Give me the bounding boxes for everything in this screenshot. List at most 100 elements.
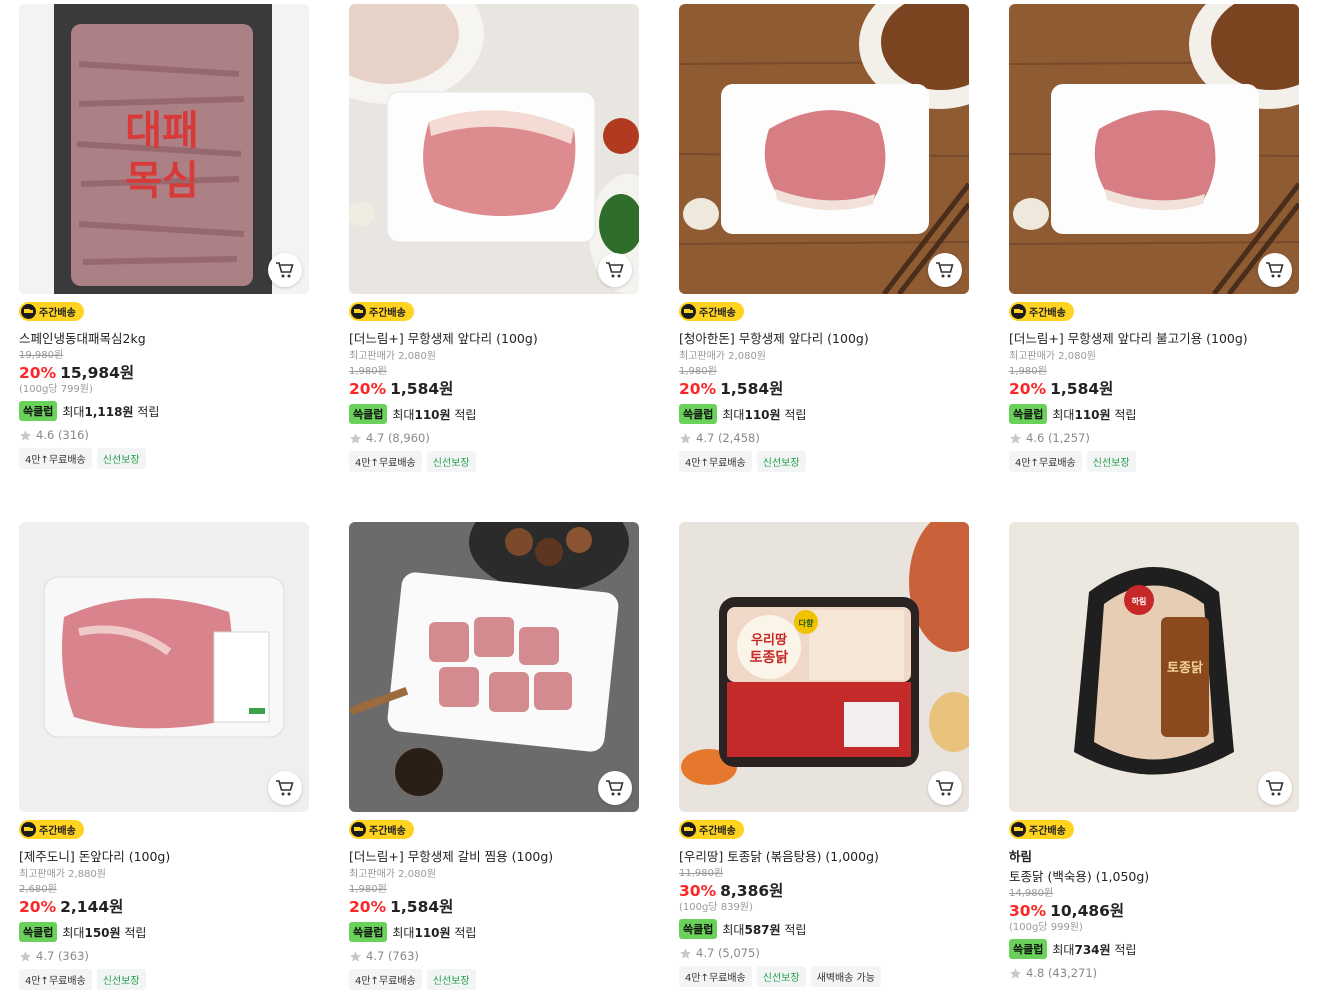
truck-icon — [681, 822, 696, 837]
truck-icon — [351, 822, 366, 837]
product-card[interactable]: 토종닭 하림 주간배송 하림 토종닭 (백숙용) (1,050g) 14,980… — [1009, 522, 1299, 980]
reward-suffix: 적립 — [1114, 407, 1137, 422]
add-to-cart-button[interactable] — [598, 771, 632, 805]
product-card[interactable]: 주간배송 [더느림+] 무항생제 앞다리 (100g) 최고판매가 2,080원… — [349, 4, 639, 472]
reward-tag: 쓱클럽 — [349, 404, 388, 424]
sale-price: 20% 1,584원 — [1009, 379, 1299, 399]
product-name[interactable]: 토종닭 (백숙용) (1,050g) — [1009, 869, 1299, 885]
product-name[interactable]: [우리땅] 토종닭 (볶음탕용) (1,000g) — [679, 849, 969, 865]
reward-prefix: 최대 — [62, 925, 85, 940]
free-shipping-chip: 4만↑무료배송 — [19, 969, 92, 990]
rating: 4.7 (2,458) — [679, 431, 969, 445]
product-photo — [349, 4, 639, 294]
badge-label: 주간배송 — [1029, 826, 1066, 837]
max-price: 최고판매가 2,080원 — [1009, 351, 1097, 362]
product-name[interactable]: [제주도니] 돈앞다리 (100g) — [19, 849, 309, 865]
product-card[interactable]: 대패 목심 주간배송 스페인냉동대패목심2kg 19,980원 20% 15,98… — [19, 4, 309, 469]
product-image[interactable]: 토종닭 하림 — [1009, 522, 1299, 812]
reward-info: 쓱클럽 최대 110원 적립 — [679, 404, 969, 424]
badge-label: 주간배송 — [1029, 308, 1066, 319]
reward-suffix: 적립 — [137, 404, 160, 419]
product-image[interactable]: 대패 목심 — [19, 4, 309, 294]
reward-tag: 쓱클럽 — [679, 919, 718, 939]
unit-price: (100g당 799원) — [19, 384, 93, 395]
add-to-cart-button[interactable] — [268, 771, 302, 805]
star-icon — [20, 429, 31, 441]
badge-label: 주간배송 — [369, 308, 406, 319]
reward-prefix: 최대 — [722, 922, 745, 937]
cart-icon — [606, 780, 624, 796]
reward-tag: 쓱클럽 — [679, 404, 718, 424]
product-card[interactable]: 주간배송 [더느림+] 무항생제 앞다리 불고기용 (100g) 최고판매가 2… — [1009, 4, 1299, 472]
product-image[interactable]: 우리땅 토종닭 다향 — [679, 522, 969, 812]
product-image[interactable] — [19, 522, 309, 812]
reward-info: 쓱클럽 최대 734원 적립 — [1009, 939, 1299, 959]
fresh-guarantee-chip: 신선보장 — [756, 966, 806, 987]
sale-price: 30% 8,386원 — [679, 881, 969, 901]
add-to-cart-button[interactable] — [268, 253, 302, 287]
star-icon — [350, 950, 361, 962]
fresh-guarantee-chip: 신선보장 — [426, 451, 476, 472]
product-name[interactable]: [더느림+] 무항생제 앞다리 불고기용 (100g) — [1009, 331, 1299, 347]
reward-prefix: 최대 — [62, 404, 85, 419]
weekly-delivery-badge: 주간배송 — [349, 302, 414, 321]
reward-amount: 734원 — [1074, 942, 1111, 957]
product-name[interactable]: [더느림+] 무항생제 앞다리 (100g) — [349, 331, 639, 347]
rating-value: 4.6 (1,257) — [1026, 431, 1090, 445]
product-photo — [679, 4, 969, 294]
fresh-guarantee-chip: 신선보장 — [1086, 451, 1136, 472]
add-to-cart-button[interactable] — [1258, 253, 1292, 287]
free-shipping-chip: 4만↑무료배송 — [679, 966, 752, 987]
product-image[interactable] — [1009, 4, 1299, 294]
reward-tag: 쓱클럽 — [1009, 404, 1048, 424]
product-name[interactable]: [더느림+] 무항생제 갈비 찜용 (100g) — [349, 849, 639, 865]
rating-value: 4.7 (2,458) — [696, 431, 760, 445]
truck-icon — [1011, 822, 1026, 837]
rating: 4.7 (363) — [19, 949, 309, 963]
product-photo — [19, 522, 309, 812]
add-to-cart-button[interactable] — [598, 253, 632, 287]
cart-icon — [936, 780, 954, 796]
fresh-guarantee-chip: 신선보장 — [426, 969, 476, 990]
max-price: 최고판매가 2,880원 — [19, 869, 107, 880]
cart-icon — [276, 780, 294, 796]
add-to-cart-button[interactable] — [928, 253, 962, 287]
rating: 4.7 (5,075) — [679, 946, 969, 960]
product-card[interactable]: 우리땅 토종닭 다향 주간배송 [우리땅] 토종닭 (볶음탕용) (1,000g… — [679, 522, 969, 987]
sale-price: 20% 2,144원 — [19, 897, 309, 917]
badge-label: 주간배송 — [699, 826, 736, 837]
reward-info: 쓱클럽 최대 587원 적립 — [679, 919, 969, 939]
cart-icon — [936, 262, 954, 278]
original-price: 2,680원 — [19, 884, 57, 895]
price-value: 1,584원 — [720, 380, 784, 398]
rating: 4.8 (43,271) — [1009, 966, 1299, 980]
truck-icon — [21, 304, 36, 319]
add-to-cart-button[interactable] — [928, 771, 962, 805]
product-image[interactable] — [679, 4, 969, 294]
product-name[interactable]: 스페인냉동대패목심2kg — [19, 331, 309, 347]
product-brand[interactable]: 하림 — [1009, 849, 1299, 865]
cart-icon — [606, 262, 624, 278]
product-image[interactable] — [349, 522, 639, 812]
reward-prefix: 최대 — [1052, 407, 1075, 422]
badge-label: 주간배송 — [39, 826, 76, 837]
product-card[interactable]: 주간배송 [더느림+] 무항생제 갈비 찜용 (100g) 최고판매가 2,08… — [349, 522, 639, 990]
weekly-delivery-badge: 주간배송 — [1009, 820, 1074, 839]
price-value: 10,486원 — [1050, 902, 1125, 920]
product-card[interactable]: 주간배송 [제주도니] 돈앞다리 (100g) 최고판매가 2,880원 2,6… — [19, 522, 309, 990]
product-card[interactable]: 주간배송 [청아한돈] 무항생제 앞다리 (100g) 최고판매가 2,080원… — [679, 4, 969, 472]
dawn-delivery-chip: 새벽배송 가능 — [810, 966, 881, 987]
sale-price: 20% 1,584원 — [679, 379, 969, 399]
rating: 4.6 (1,257) — [1009, 431, 1299, 445]
reward-suffix: 적립 — [784, 407, 807, 422]
free-shipping-chip: 4만↑무료배송 — [1009, 451, 1082, 472]
reward-info: 쓱클럽 최대 110원 적립 — [349, 404, 639, 424]
product-image[interactable] — [349, 4, 639, 294]
free-shipping-chip: 4만↑무료배송 — [349, 969, 422, 990]
sale-price: 20% 15,984원 — [19, 363, 309, 383]
reward-amount: 587원 — [744, 922, 781, 937]
product-name[interactable]: [청아한돈] 무항생제 앞다리 (100g) — [679, 331, 969, 347]
add-to-cart-button[interactable] — [1258, 771, 1292, 805]
star-icon — [1010, 432, 1021, 444]
original-price: 1,980원 — [349, 884, 387, 895]
